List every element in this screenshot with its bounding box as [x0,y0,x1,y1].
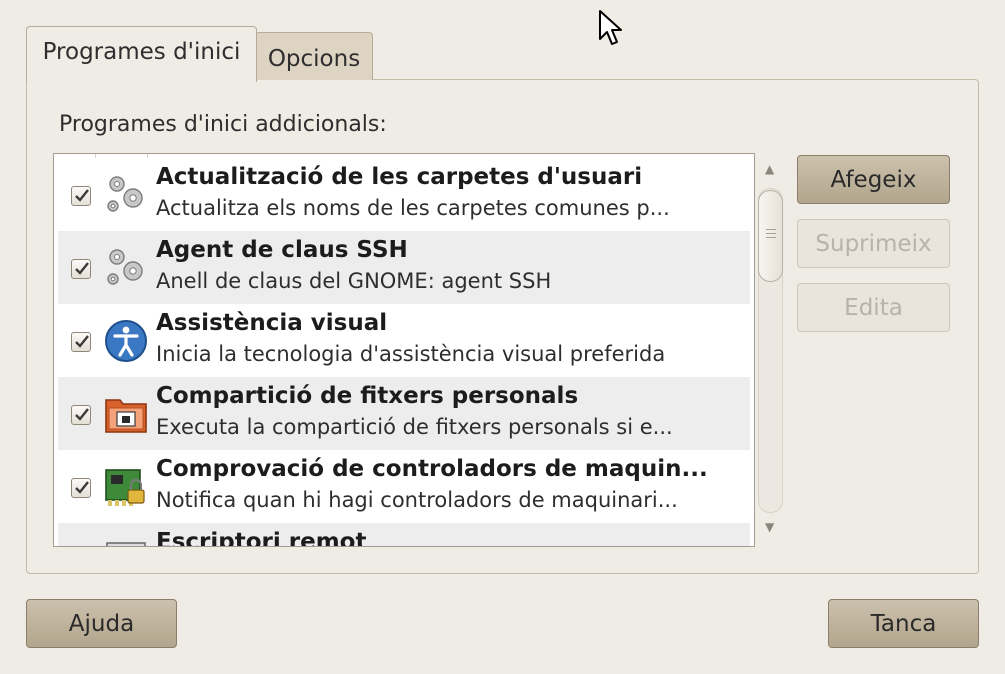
scroll-down-arrow-icon[interactable]: ▼ [765,520,774,534]
list-item[interactable]: Agent de claus SSH Anell de claus del GN… [58,231,750,304]
enabled-checkbox[interactable] [71,259,91,279]
program-title: Assistència visual [156,310,388,336]
enabled-checkbox[interactable] [71,186,91,206]
program-description: Notifica quan hi hagi controladors de ma… [156,488,678,512]
enabled-checkbox[interactable] [71,332,91,352]
remove-button-label: Suprimeix [815,230,932,257]
add-button-label: Afegeix [830,166,917,193]
remove-button[interactable]: Suprimeix [797,219,950,268]
program-description: Actualitza els noms de les carpetes comu… [156,196,670,220]
close-button-label: Tanca [870,610,937,637]
help-button-label: Ajuda [68,610,135,637]
program-title: Escriptori remot [156,529,367,547]
enabled-checkbox[interactable] [71,478,91,498]
program-title: Actualització de les carpetes d'usuari [156,164,643,190]
section-label: Programes d'inici addicionals: [59,112,387,137]
list-item[interactable]: Comprovació de controladors de maquin...… [58,450,750,523]
grip-icon [766,229,776,241]
help-button[interactable]: Ajuda [26,599,177,648]
program-description: Inicia la tecnologia d'assistència visua… [156,342,666,366]
mouse-cursor-icon [599,10,622,45]
program-title: Compartició de fitxers personals [156,383,579,409]
program-description: Anell de claus del GNOME: agent SSH [156,269,552,293]
tab-startup-programs[interactable]: Programes d'inici [26,26,257,82]
program-title: Agent de claus SSH [156,237,408,263]
scrollbar-thumb[interactable] [758,190,783,282]
scroll-up-arrow-icon[interactable]: ▲ [765,162,774,176]
edit-button[interactable]: Edita [797,283,950,332]
gears-icon [107,176,143,212]
tab-startup-programs-label: Programes d'inici [42,38,241,65]
list-item[interactable]: Assistència visual Inicia la tecnologia … [58,304,750,377]
remote-desktop-icon [106,542,146,546]
edit-button-label: Edita [844,294,903,321]
program-title: Comprovació de controladors de maquin... [156,456,708,482]
startup-programs-list[interactable]: Actualització de les carpetes d'usuari A… [53,153,755,547]
list-item[interactable]: Compartició de fitxers personals Executa… [58,377,750,450]
gears-icon [107,249,143,285]
hardware-driver-icon [105,469,145,506]
add-button[interactable]: Afegeix [797,155,950,204]
program-description: Executa la compartició de fitxers person… [156,415,673,439]
tab-options[interactable]: Opcions [255,32,373,80]
list-item[interactable]: Actualització de les carpetes d'usuari A… [58,158,750,231]
close-button[interactable]: Tanca [828,599,979,648]
accessibility-icon [105,320,147,362]
shared-folder-icon [105,399,147,433]
list-item[interactable]: Escriptori remot [58,523,750,547]
enabled-checkbox[interactable] [71,405,91,425]
tab-options-label: Opcions [267,45,361,72]
list-scrollbar[interactable]: ▲ ▼ [757,160,785,538]
